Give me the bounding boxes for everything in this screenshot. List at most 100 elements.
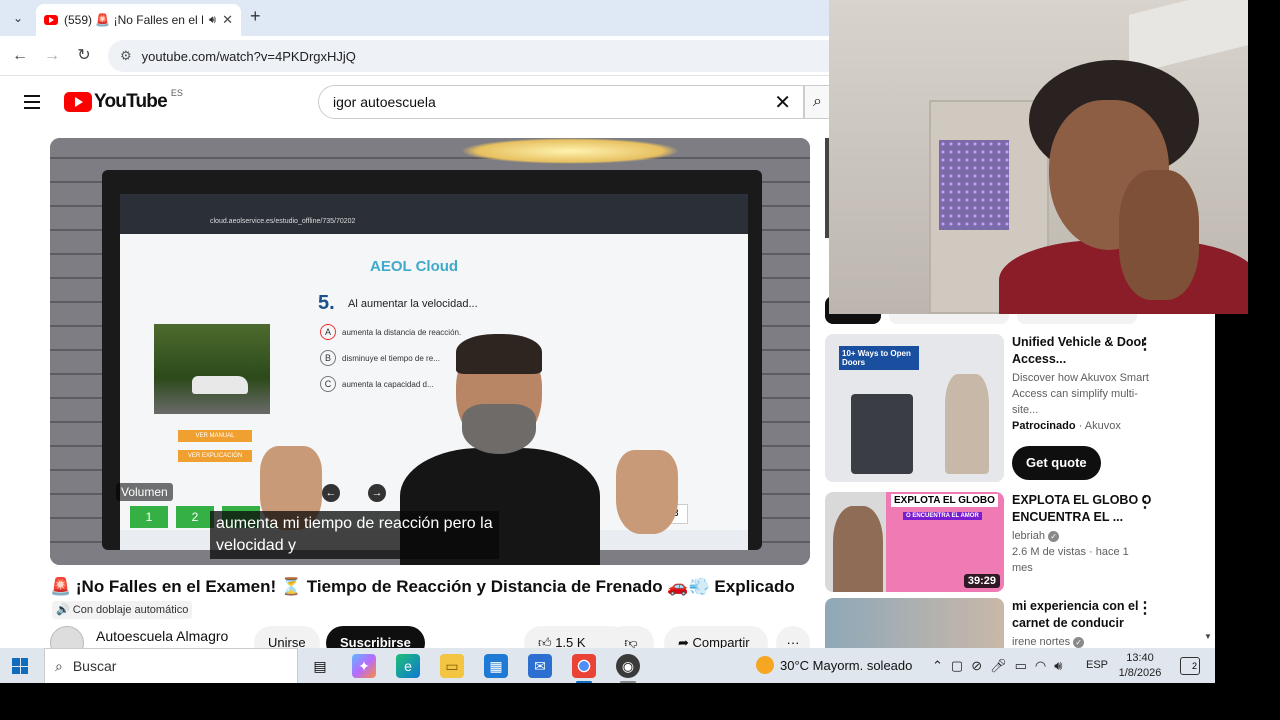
weather-widget[interactable]: 30°C Mayorm. soleado [756,656,912,674]
camera-off-icon[interactable]: ⊘ [971,658,982,674]
video-card-title[interactable]: mi experiencia con el carnet de conducir [1012,598,1152,632]
question-car-image [154,324,270,414]
active-browser-tab[interactable]: (559) 🚨 ¡No Falles en el Ex 🔊︎ ✕ [36,4,241,36]
verified-icon: ✓ [1048,530,1060,542]
verified-icon: ✓ [1073,636,1085,648]
site-info-icon[interactable]: ⚙ [120,48,132,64]
search-query: igor autoescuela [333,94,436,110]
caption-line-2: velocidad y [216,537,297,554]
ad-thumb-headline: 10+ Ways to Open Doors [839,346,919,370]
reload-icon[interactable]: ↻ [72,44,96,68]
access-panel-image [851,394,913,474]
taskbar-search[interactable]: ⌕ Buscar [44,648,298,683]
video-thumbnail[interactable] [825,598,1004,648]
ad-info: Unified Vehicle & Door Access... Discove… [1012,334,1152,434]
search-icon: ⌕ [55,657,63,674]
wifi-icon[interactable]: ◠ [1035,658,1046,674]
volume-icon[interactable]: 🔊︎ [1054,658,1062,674]
input-language[interactable]: ESP [1086,659,1108,671]
video-more-icon[interactable]: ⋮ [1137,492,1153,512]
channel-name[interactable]: Autoescuela Almagro [96,628,228,644]
closed-captions: aumenta mi tiempo de reacción pero la ve… [210,511,499,559]
youtube-logo[interactable]: YouTube ES [64,88,183,113]
video-card-channel[interactable]: lebriah ✓ [1012,528,1152,544]
caption-line-1: aumenta mi tiempo de reacción pero la [216,515,493,532]
video-player[interactable]: cloud.aeolservice.es/estudio_offline/735… [50,138,810,565]
next-arrow-icon: → [368,484,386,502]
obs-icon[interactable]: ◉ [616,654,640,678]
file-explorer-icon[interactable]: ▭ [440,654,464,678]
volume-tooltip: Volumen [116,483,173,501]
ad-title[interactable]: Unified Vehicle & Door Access... [1012,334,1152,368]
monitor-url: cloud.aeolservice.es/estudio_offline/735… [210,218,356,225]
system-clock[interactable]: 13:40 1/8/2026 [1112,651,1168,681]
video-more-icon[interactable]: ⋮ [1137,598,1153,618]
video-card-title[interactable]: EXPLOTA EL GLOBO O ENCUENTRA EL ... [1012,492,1152,526]
copilot-icon[interactable]: ✦ [352,654,376,678]
sun-icon [756,656,774,674]
youtube-favicon-icon [44,15,58,25]
video-duration: 39:29 [963,574,1000,588]
related-video-card[interactable]: EXPLOTA EL GLOBO O ENCUENTRA EL AMOR 39:… [825,492,1205,592]
new-tab-button[interactable]: + [250,6,261,27]
network-icon[interactable]: ▢ [951,658,963,674]
webcam-overlay [829,0,1248,314]
forward-arrow-icon[interactable]: → [40,44,64,68]
chrome-active-indicator [576,681,592,683]
webcam-person [999,60,1248,314]
thumb-subheadline: O ENCUENTRA EL AMOR [903,512,982,520]
chevron-up-icon[interactable]: ⌃ [932,658,943,674]
video-card-meta: 2.6 M de vistas · hace 1 mes [1012,546,1129,574]
clear-search-icon[interactable]: ✕ [774,90,791,115]
video-card-channel[interactable]: irene nortes ✓ [1012,634,1152,648]
speaker-icon[interactable]: 🔊︎ [209,14,216,27]
aeol-logo: AEOL Cloud [370,258,459,275]
url-text: youtube.com/watch?v=4PKDrgxHJjQ [141,48,356,64]
lit-window-image [939,140,1009,230]
youtube-play-icon [64,92,92,112]
ad-thumbnail[interactable]: 10+ Ways to Open Doors [825,334,1004,482]
chrome-icon[interactable] [572,654,596,678]
obs-active-indicator [620,681,636,683]
video-thumbnail[interactable]: EXPLOTA EL GLOBO O ENCUENTRA EL AMOR 39:… [825,492,1004,592]
ad-sponsor-line: Patrocinado · Akuvox [1012,420,1121,432]
store-icon[interactable]: ▦ [484,654,508,678]
tab-search-chevron-icon[interactable]: ⌄ [8,8,28,28]
ad-more-icon[interactable]: ⋮ [1137,334,1153,354]
outlook-icon[interactable]: ✉ [528,654,552,678]
back-arrow-icon[interactable]: ← [8,44,32,68]
ver-manual-button: VER MANUAL [178,430,252,442]
question-number: 5. [318,292,335,314]
creator-image [833,506,883,592]
get-quote-button[interactable]: Get quote [1012,446,1101,480]
microphone-icon[interactable]: 🎤︎ [990,658,1007,674]
clock-date: 1/8/2026 [1118,667,1162,679]
sponsored-card[interactable]: 10+ Ways to Open Doors Unified Vehicle &… [825,334,1205,484]
weather-text: 30°C Mayorm. soleado [780,657,913,673]
video-info: EXPLOTA EL GLOBO O ENCUENTRA EL ... lebr… [1012,492,1152,576]
auto-dub-badge: 🔊 Con doblaje automático [52,601,193,619]
search-input[interactable]: igor autoescuela ✕ [318,85,804,119]
address-bar[interactable]: ⚙ youtube.com/watch?v=4PKDrgxHJjQ [108,40,848,72]
windows-start-icon[interactable] [12,658,28,674]
ceiling-light [460,138,680,164]
presenter-right-hand [616,450,678,534]
video-info: mi experiencia con el carnet de conducir… [1012,598,1152,648]
video-title: 🚨 ¡No Falles en el Examen! ⏳ Tiempo de R… [50,577,795,596]
close-tab-icon[interactable]: ✕ [222,12,233,28]
system-tray: ⌃ ▢ ⊘ 🎤︎ ▭ ◠ 🔊︎ [932,658,1062,674]
question-text: Al aumentar la velocidad... [348,298,478,310]
menu-icon[interactable] [24,95,40,109]
scroll-down-arrow-icon[interactable]: ▼ [1204,632,1212,641]
thumb-headline: EXPLOTA EL GLOBO [891,494,998,507]
taskbar-search-placeholder: Buscar [72,658,117,674]
notification-icon[interactable]: 2 [1180,657,1200,675]
related-video-card[interactable]: mi experiencia con el carnet de conducir… [825,598,1205,648]
previous-arrow-icon: ← [322,484,340,502]
woman-image [945,374,989,474]
monitor-browser-bar [120,194,748,234]
battery-icon[interactable]: ▭ [1015,658,1027,674]
task-view-icon[interactable]: ▤ [308,654,332,678]
windows-taskbar: ⌕ Buscar ▤ ✦ e ▭ ▦ ✉ ◉ 30°C Mayorm. sole… [0,648,1215,683]
edge-icon[interactable]: e [396,654,420,678]
